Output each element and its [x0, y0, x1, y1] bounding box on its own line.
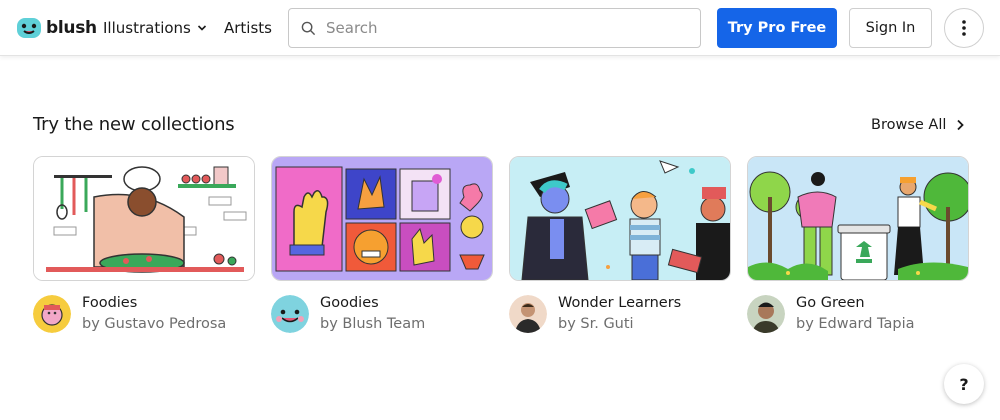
- avatar: [33, 295, 71, 333]
- collection-author[interactable]: by Edward Tapia: [796, 316, 915, 332]
- nav-illustrations[interactable]: Illustrations: [103, 16, 207, 40]
- blush-logo-icon: [17, 18, 41, 38]
- top-navbar: blush Illustrations Artists Try Pro Free…: [0, 0, 1000, 56]
- nav-artists-label: Artists: [224, 19, 272, 37]
- author-avatar-icon: [747, 295, 785, 333]
- collection-meta: Goodies by Blush Team: [271, 295, 493, 335]
- browse-all-label: Browse All: [871, 117, 947, 133]
- blush-logo[interactable]: blush: [16, 15, 97, 41]
- nav-illustrations-label: Illustrations: [103, 19, 191, 37]
- chef-illustration: [34, 157, 254, 280]
- browse-all-link[interactable]: Browse All: [871, 117, 965, 133]
- collection-card-foodies[interactable]: Foodies by Gustavo Pedrosa: [33, 156, 255, 333]
- section-title: Try the new collections: [33, 114, 235, 135]
- collection-meta: Foodies by Gustavo Pedrosa: [33, 295, 255, 335]
- avatar: [271, 295, 309, 333]
- author-avatar-icon: [271, 295, 309, 333]
- search-icon: [301, 21, 316, 35]
- collection-name[interactable]: Go Green: [796, 295, 865, 311]
- collection-meta: Wonder Learners by Sr. Guti: [509, 295, 731, 335]
- collection-name[interactable]: Wonder Learners: [558, 295, 681, 311]
- collection-card-wonder-learners[interactable]: Wonder Learners by Sr. Guti: [509, 156, 731, 333]
- collection-author[interactable]: by Blush Team: [320, 316, 425, 332]
- logo-text: blush: [46, 18, 97, 38]
- vertical-dots-icon: [962, 20, 966, 36]
- help-button[interactable]: ?: [944, 364, 984, 404]
- avatar: [509, 295, 547, 333]
- collection-thumbnail[interactable]: [747, 156, 969, 281]
- go-green-illustration: [748, 157, 968, 280]
- author-avatar-icon: [509, 295, 547, 333]
- try-pro-free-button[interactable]: Try Pro Free: [717, 8, 837, 48]
- collection-author[interactable]: by Gustavo Pedrosa: [82, 316, 226, 332]
- more-options-button[interactable]: [944, 8, 984, 48]
- collection-author[interactable]: by Sr. Guti: [558, 316, 634, 332]
- search-input[interactable]: [326, 19, 686, 37]
- chevron-right-icon: [957, 119, 965, 131]
- collection-card-go-green[interactable]: Go Green by Edward Tapia: [747, 156, 969, 333]
- collection-name[interactable]: Goodies: [320, 295, 379, 311]
- collection-card-goodies[interactable]: Goodies by Blush Team: [271, 156, 493, 333]
- chevron-down-icon: [197, 25, 206, 31]
- collection-name[interactable]: Foodies: [82, 295, 137, 311]
- nav-artists[interactable]: Artists: [224, 16, 272, 40]
- goodies-illustration: [272, 157, 492, 280]
- collection-meta: Go Green by Edward Tapia: [747, 295, 969, 335]
- collection-thumbnail[interactable]: [271, 156, 493, 281]
- learners-illustration: [510, 157, 730, 280]
- avatar: [747, 295, 785, 333]
- collection-thumbnail[interactable]: [33, 156, 255, 281]
- search-box[interactable]: [288, 8, 701, 48]
- sign-in-button[interactable]: Sign In: [849, 8, 932, 48]
- collection-thumbnail[interactable]: [509, 156, 731, 281]
- author-avatar-icon: [33, 295, 71, 333]
